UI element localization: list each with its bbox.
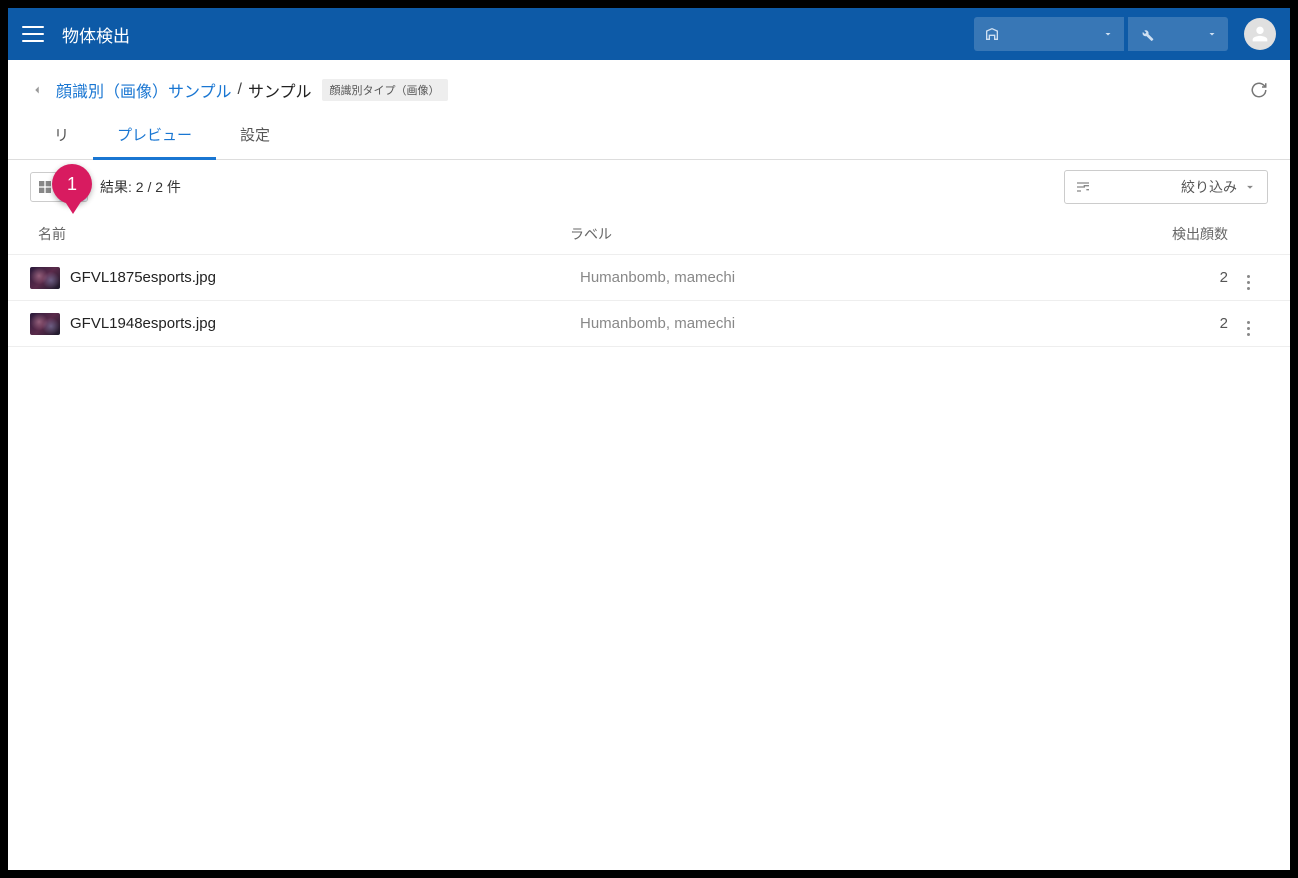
tool-selector[interactable]: [1128, 17, 1228, 51]
org-selector[interactable]: [974, 17, 1124, 51]
grid-icon: [37, 179, 53, 195]
caret-down-icon: [1102, 28, 1114, 40]
row-actions-menu[interactable]: [1228, 311, 1268, 336]
user-icon: [1249, 23, 1271, 45]
row-filename: GFVL1875esports.jpg: [70, 269, 580, 286]
refresh-icon: [1250, 81, 1268, 99]
row-filename: GFVL1948esports.jpg: [70, 315, 580, 332]
chevron-down-icon: [1243, 180, 1257, 194]
refresh-button[interactable]: [1250, 81, 1268, 99]
filter-button[interactable]: 絞り込み: [1064, 170, 1268, 204]
more-vertical-icon: [1247, 275, 1250, 290]
app-header: 物体検出: [8, 8, 1290, 60]
user-avatar[interactable]: [1244, 18, 1276, 50]
breadcrumb-parent-link[interactable]: 顔識別（画像）サンプル: [56, 78, 232, 102]
breadcrumb-current: サンプル: [248, 78, 312, 102]
tab-preview[interactable]: プレビュー: [93, 112, 216, 160]
row-labels: Humanbomb, mamechi: [580, 269, 1128, 286]
tab-settings[interactable]: 設定: [216, 112, 294, 160]
column-header-name[interactable]: 名前: [30, 224, 570, 244]
table-header: 名前 ラベル 検出顔数: [8, 214, 1290, 255]
filter-label: 絞り込み: [1181, 177, 1237, 197]
callout-marker-1: 1: [52, 164, 94, 216]
building-icon: [984, 26, 1000, 42]
tabs: リ プレビュー 設定: [8, 112, 1290, 160]
column-header-count[interactable]: 検出顔数: [1128, 224, 1228, 244]
row-labels: Humanbomb, mamechi: [580, 315, 1128, 332]
chevron-left-icon: [30, 83, 44, 97]
table-row[interactable]: GFVL1875esports.jpg Humanbomb, mamechi 2: [8, 255, 1290, 301]
callout-number: 1: [52, 164, 92, 204]
main-content: 顔識別（画像）サンプル / サンプル 顔識別タイプ（画像） リ プレビュー 設定…: [8, 60, 1290, 870]
breadcrumb-separator: /: [238, 81, 242, 99]
more-vertical-icon: [1247, 321, 1250, 336]
toolbar: 結果: 2 / 2 件 絞り込み: [8, 160, 1290, 214]
row-thumbnail: [30, 313, 60, 335]
row-face-count: 2: [1128, 315, 1228, 332]
row-actions-menu[interactable]: [1228, 265, 1268, 290]
breadcrumb: 顔識別（画像）サンプル / サンプル 顔識別タイプ（画像）: [8, 60, 1290, 112]
table-row[interactable]: GFVL1948esports.jpg Humanbomb, mamechi 2: [8, 301, 1290, 347]
breadcrumb-back[interactable]: [30, 83, 44, 97]
tune-icon: [1075, 179, 1091, 195]
tab-list[interactable]: リ: [30, 112, 93, 160]
breadcrumb-type-tag: 顔識別タイプ（画像）: [322, 79, 448, 101]
row-thumbnail: [30, 267, 60, 289]
wrench-icon: [1138, 26, 1154, 42]
hamburger-menu-icon[interactable]: [22, 26, 44, 42]
caret-down-icon: [1206, 28, 1218, 40]
row-face-count: 2: [1128, 269, 1228, 286]
column-header-label[interactable]: ラベル: [570, 224, 1128, 244]
result-count: 結果: 2 / 2 件: [100, 177, 181, 197]
app-title: 物体検出: [62, 22, 130, 47]
